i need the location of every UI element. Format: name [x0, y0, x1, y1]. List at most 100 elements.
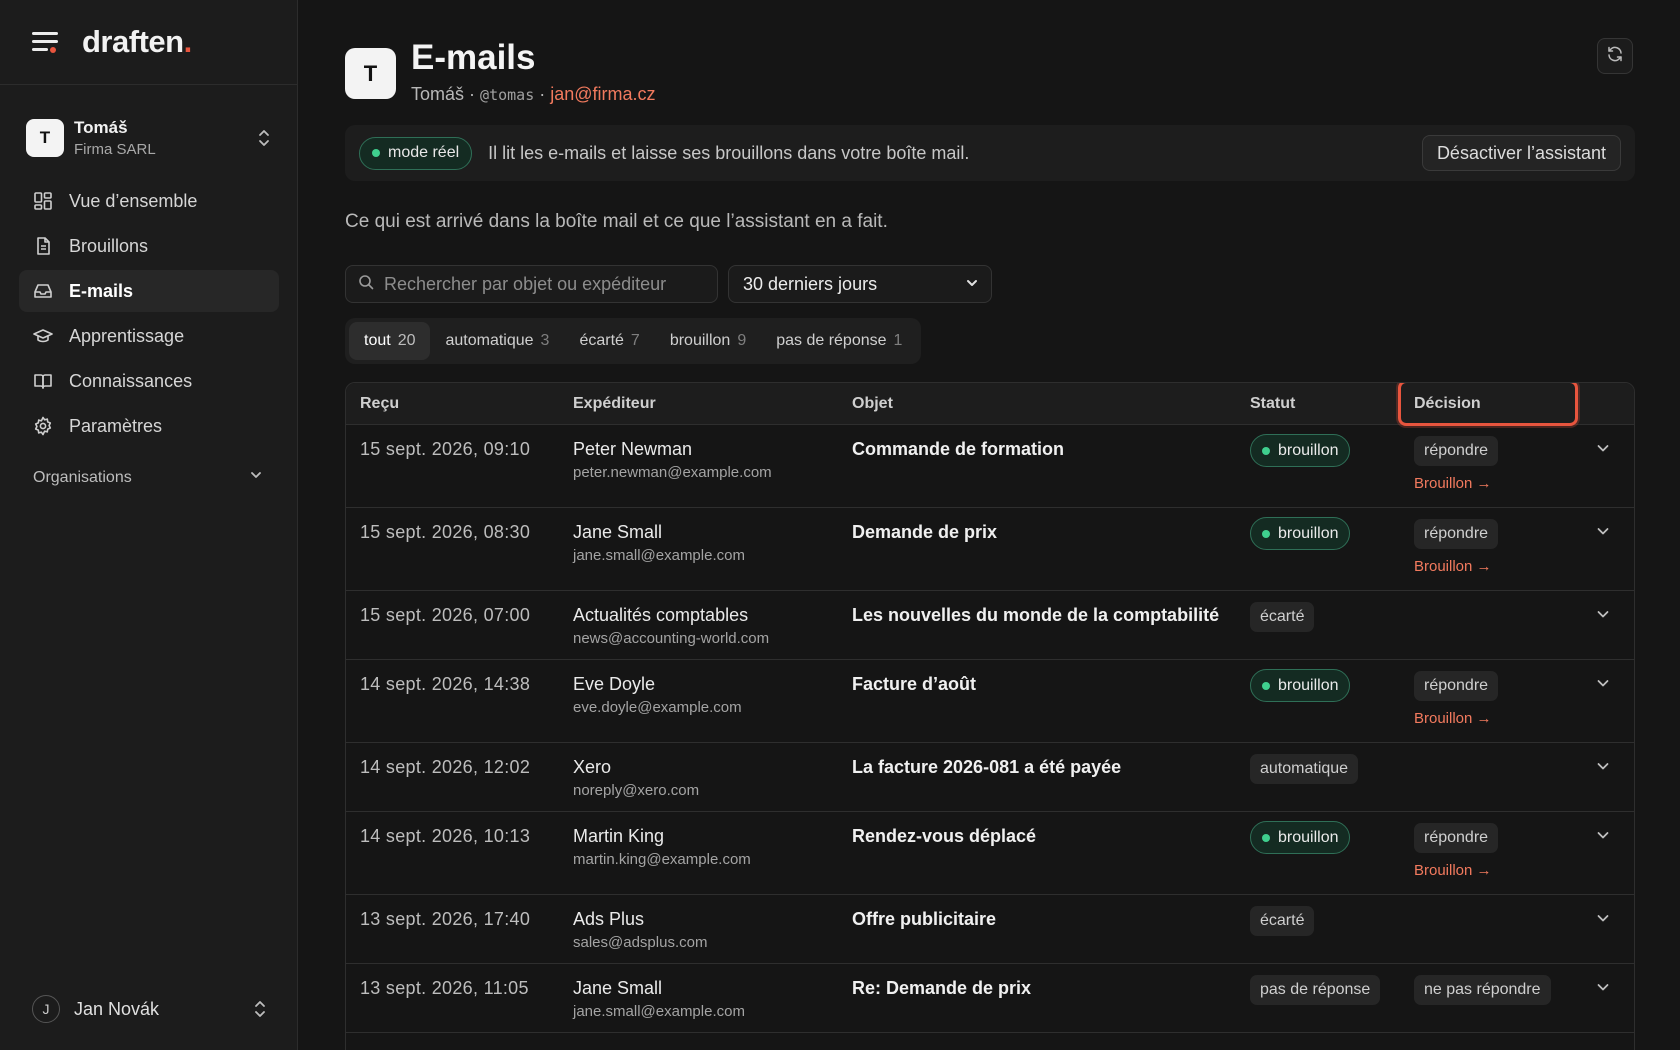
table-row[interactable]: 14 sept. 2026, 14:38 Eve Doyle eve.doyle@e… — [346, 660, 1634, 743]
decision-column-highlight — [1398, 383, 1578, 426]
filter-tab-draft[interactable]: brouillon 9 — [655, 322, 761, 360]
table-row[interactable]: 15 sept. 2026, 07:00 Actualités comptable… — [346, 591, 1634, 660]
filter-label: automatique — [445, 332, 534, 349]
sidebar-item-label: Brouillons — [69, 235, 149, 256]
sidebar-item-drafts[interactable]: Brouillons — [19, 225, 279, 267]
sidebar-item-label: Paramètres — [69, 415, 163, 436]
book-icon — [33, 371, 53, 391]
deactivate-assistant-button[interactable]: Désactiver l’assistant — [1421, 135, 1621, 171]
decision-cell: répondre — [1414, 669, 1499, 701]
sidebar-item-knowledge[interactable]: Connaissances — [19, 360, 279, 402]
refresh-icon — [1606, 45, 1624, 68]
status-label: brouillon — [1278, 676, 1339, 694]
period-select[interactable]: 30 derniers jours — [728, 265, 992, 303]
sender-email: jane.small@example.com — [573, 1003, 745, 1020]
received-date: 13 sept. 2026, 17:40 — [360, 909, 531, 929]
expand-row-chevron-icon[interactable] — [1595, 979, 1611, 1000]
subtitle-handle: @tomas — [480, 86, 535, 104]
open-draft-link[interactable]: Brouillon → — [1414, 710, 1492, 727]
filter-label: tout — [364, 332, 391, 349]
account-switcher[interactable]: T Tomáš Firma SARL — [26, 115, 272, 161]
chevron-down-icon — [249, 468, 263, 487]
user-avatar: J — [32, 995, 60, 1023]
received-date: 15 sept. 2026, 08:30 — [360, 522, 531, 542]
email-subject: Demande de prix — [852, 522, 998, 542]
column-sender[interactable]: Expéditeur — [573, 395, 656, 413]
status-badge: écarté — [1250, 602, 1315, 632]
chevron-down-icon — [965, 274, 979, 295]
table-row[interactable]: 13 sept. 2026, 11:05 Jane Small jane.small… — [346, 964, 1634, 1033]
table-row[interactable]: 14 sept. 2026, 10:13 Martin King martin.ki… — [346, 812, 1634, 895]
status-badge: automatique — [1250, 754, 1359, 784]
status-cell: automatique — [1250, 752, 1359, 784]
user-menu[interactable]: J Jan Novák — [32, 995, 268, 1023]
search-input[interactable] — [384, 273, 704, 295]
open-draft-link[interactable]: Brouillon → — [1414, 475, 1492, 492]
sender-email: news@accounting-world.com — [573, 630, 770, 647]
email-subject: Les nouvelles du monde de la comptabilit… — [852, 605, 1220, 625]
main-content: T E-mails Tomáš · @tomas · jan@firma.cz … — [345, 0, 1635, 1050]
expand-row-chevron-icon[interactable] — [1595, 758, 1611, 779]
expand-row-chevron-icon[interactable] — [1595, 606, 1611, 627]
sender-name: Ads Plus — [573, 909, 645, 929]
open-draft-link[interactable]: Brouillon → — [1414, 558, 1492, 575]
column-received[interactable]: Reçu — [360, 395, 399, 413]
open-draft-link[interactable]: Brouillon → — [1414, 862, 1492, 879]
emails-table: Reçu Expéditeur Objet Statut Décision 15… — [345, 382, 1635, 1050]
expand-row-chevron-icon[interactable] — [1595, 827, 1611, 848]
account-org: Firma SARL — [74, 141, 156, 158]
status-badge: brouillon — [1250, 434, 1351, 467]
email-subject: Commande de formation — [852, 439, 1065, 459]
sidebar-item-settings[interactable]: Paramètres — [19, 405, 279, 447]
expand-row-chevron-icon[interactable] — [1595, 440, 1611, 461]
table-row[interactable]: 15 sept. 2026, 09:10 Peter Newman peter.ne… — [346, 425, 1634, 508]
received-date: 14 sept. 2026, 12:02 — [360, 757, 531, 777]
decision-badge: répondre — [1414, 436, 1499, 466]
table-row[interactable]: 14 sept. 2026, 12:02 Xero noreply@xero.com… — [346, 743, 1634, 812]
table-row[interactable]: 15 sept. 2026, 08:30 Jane Small jane.small… — [346, 508, 1634, 591]
status-badge: brouillon — [1250, 517, 1351, 550]
sender-email: noreply@xero.com — [573, 782, 700, 799]
intro-text: Ce qui est arrivé dans la boîte mail et … — [345, 211, 888, 232]
menu-icon[interactable] — [32, 32, 58, 53]
filter-tab-all[interactable]: tout 20 — [349, 322, 431, 360]
filter-tab-dismissed[interactable]: écarté 7 — [564, 322, 654, 360]
sidebar-item-emails[interactable]: E-mails — [19, 270, 279, 312]
filter-count: 9 — [737, 332, 747, 349]
received-date: 14 sept. 2026, 14:38 — [360, 674, 531, 694]
period-value: 30 derniers jours — [743, 273, 878, 294]
status-label: brouillon — [1278, 524, 1339, 542]
inbox-icon — [33, 281, 53, 301]
filter-tab-no-reply[interactable]: pas de réponse 1 — [761, 322, 917, 360]
sidebar-item-label: Connaissances — [69, 370, 193, 391]
column-subject[interactable]: Objet — [852, 395, 893, 413]
status-badge: brouillon — [1250, 821, 1351, 854]
decision-cell: répondre — [1414, 434, 1499, 466]
sender-name: Martin King — [573, 826, 665, 846]
search-box[interactable] — [345, 265, 718, 303]
decision-badge: ne pas répondre — [1414, 975, 1551, 1005]
expand-row-chevron-icon[interactable] — [1595, 523, 1611, 544]
filter-tab-automatic[interactable]: automatique 3 — [430, 322, 564, 360]
filter-label: brouillon — [669, 332, 731, 349]
gear-icon — [33, 416, 53, 436]
column-status[interactable]: Statut — [1250, 395, 1295, 413]
brand-logo[interactable]: draften. — [82, 24, 192, 60]
sidebar-item-label: Apprentissage — [69, 325, 185, 346]
sidebar-item-overview[interactable]: Vue d’ensemble — [19, 180, 279, 222]
sender-name: Eve Doyle — [573, 674, 656, 694]
expand-row-chevron-icon[interactable] — [1595, 910, 1611, 931]
decision-badge: répondre — [1414, 671, 1499, 701]
refresh-button[interactable] — [1597, 38, 1633, 74]
subtitle-email-link[interactable]: jan@firma.cz — [550, 84, 655, 104]
user-name: Jan Novák — [74, 998, 160, 1019]
expand-row-chevron-icon[interactable] — [1595, 675, 1611, 696]
status-label: brouillon — [1278, 441, 1339, 459]
sender-name: Actualités comptables — [573, 605, 749, 625]
subtitle-separator: · — [539, 84, 546, 104]
mode-badge: mode réel — [359, 136, 473, 170]
table-row[interactable]: 13 sept. 2026, 17:40 Ads Plus sales@adsplu… — [346, 895, 1634, 964]
sidebar-item-learning[interactable]: Apprentissage — [19, 315, 279, 357]
organisations-toggle[interactable]: Organisations — [33, 468, 263, 487]
status-filter-tabs: tout 20 automatique 3 écarté 7 brouillon 9 p… — [345, 318, 922, 364]
